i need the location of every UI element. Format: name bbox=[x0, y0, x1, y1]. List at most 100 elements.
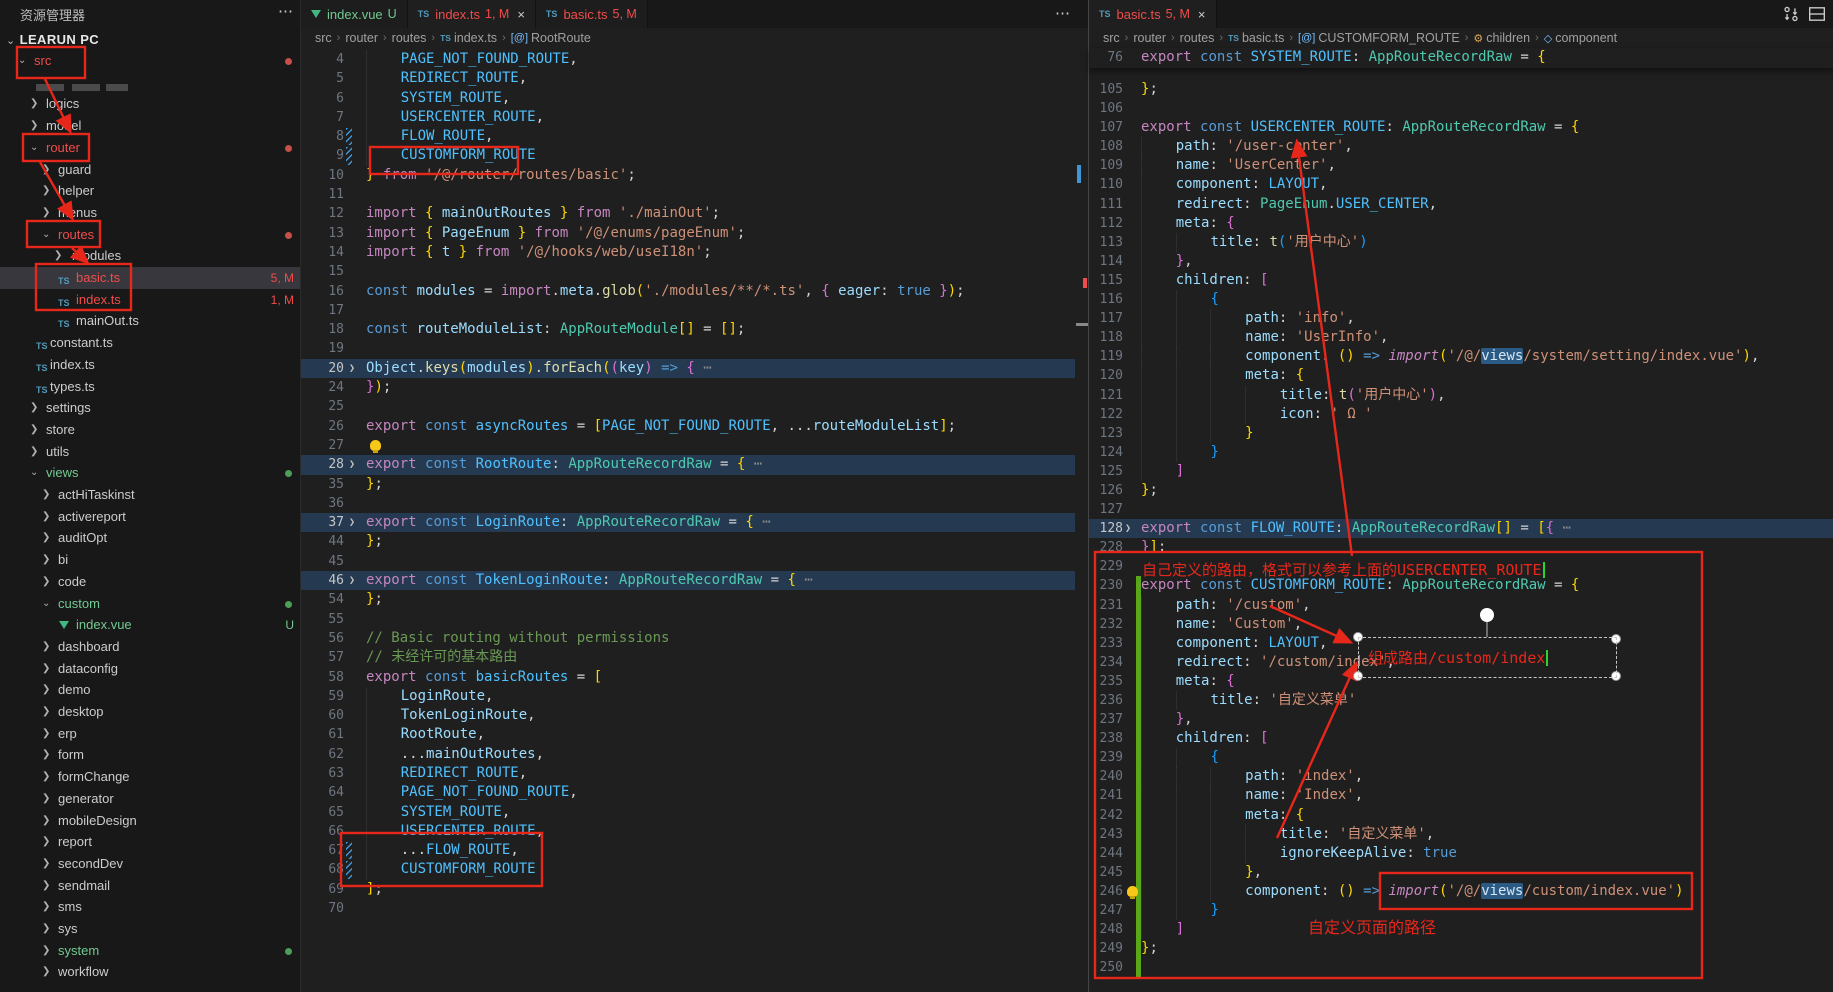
code-line-25[interactable]: 25 bbox=[301, 397, 1075, 416]
code-line-113[interactable]: 113 title: t('用户中心') bbox=[1089, 233, 1833, 252]
chevron-right-icon[interactable]: ❯ bbox=[42, 484, 50, 506]
code-line-238[interactable]: 238 children: [ bbox=[1089, 729, 1833, 748]
tree-item-index-ts[interactable]: TSindex.ts bbox=[0, 354, 300, 376]
code-line-62[interactable]: 62 ...mainOutRoutes, bbox=[301, 745, 1075, 764]
tree-item-basic-ts[interactable]: TSbasic.ts5, M bbox=[0, 267, 300, 289]
code-line-117[interactable]: 117 path: 'info', bbox=[1089, 309, 1833, 328]
code-line-123[interactable]: 123 } bbox=[1089, 424, 1833, 443]
code-line-237[interactable]: 237 }, bbox=[1089, 710, 1833, 729]
code-line-240[interactable]: 240 path: 'index', bbox=[1089, 767, 1833, 786]
tree-item-mobileDesign[interactable]: ❯mobileDesign bbox=[0, 810, 300, 832]
code-line-120[interactable]: 120 meta: { bbox=[1089, 366, 1833, 385]
code-line-243[interactable]: 243 title: '自定义菜单', bbox=[1089, 825, 1833, 844]
tree-item-generator[interactable]: ❯generator bbox=[0, 788, 300, 810]
breadcrumb-item-CUSTOMFORM_ROUTE[interactable]: ›[@]CUSTOMFORM_ROUTE bbox=[1284, 31, 1459, 45]
code-line-60[interactable]: 60 TokenLoginRoute, bbox=[301, 706, 1075, 725]
project-root-item[interactable]: ⌄LEARUN PC bbox=[6, 32, 99, 47]
code-line-45[interactable]: 45 bbox=[301, 552, 1075, 571]
tree-item-erp[interactable]: ❯erp bbox=[0, 723, 300, 745]
chevron-right-icon[interactable]: ❯ bbox=[42, 918, 50, 940]
code-line-12[interactable]: 12import { mainOutRoutes } from './mainO… bbox=[301, 204, 1075, 223]
code-line-127[interactable]: 127 bbox=[1089, 500, 1833, 519]
tree-item-formChange[interactable]: ❯formChange bbox=[0, 766, 300, 788]
code-line-118[interactable]: 118 name: 'UserInfo', bbox=[1089, 328, 1833, 347]
tab-basic-ts[interactable]: TSbasic.ts5, M× bbox=[1089, 0, 1217, 28]
tree-item-store[interactable]: ❯store bbox=[0, 419, 300, 441]
code-line-232[interactable]: 232 name: 'Custom', bbox=[1089, 615, 1833, 634]
tree-item-actHiTaskinst[interactable]: ❯actHiTaskinst bbox=[0, 484, 300, 506]
compare-changes-icon[interactable] bbox=[1782, 5, 1800, 23]
tree-item-constant-ts[interactable]: TSconstant.ts bbox=[0, 332, 300, 354]
code-line-249[interactable]: 249}; bbox=[1089, 939, 1833, 958]
editor-actions-more-icon[interactable]: ⋯ bbox=[1055, 4, 1071, 22]
tree-item-types-ts[interactable]: TStypes.ts bbox=[0, 376, 300, 398]
chevron-right-icon[interactable]: ❯ bbox=[42, 875, 50, 897]
code-line-239[interactable]: 239 { bbox=[1089, 748, 1833, 767]
chevron-right-icon[interactable]: ❯ bbox=[42, 766, 50, 788]
tree-item-sms[interactable]: ❯sms bbox=[0, 896, 300, 918]
tree-item-model[interactable]: ❯model bbox=[0, 115, 300, 137]
chevron-down-icon[interactable]: ⌄ bbox=[42, 593, 50, 615]
chevron-right-icon[interactable]: ❯ bbox=[42, 744, 50, 766]
tree-item-report[interactable]: ❯report bbox=[0, 831, 300, 853]
code-line-248[interactable]: 248 ] bbox=[1089, 920, 1833, 939]
code-line-119[interactable]: 119 component: () => import('/@/views/sy… bbox=[1089, 347, 1833, 366]
fold-chevron-icon[interactable]: ❯ bbox=[1125, 519, 1131, 538]
code-line-110[interactable]: 110 component: LAYOUT, bbox=[1089, 175, 1833, 194]
code-line-9[interactable]: 9 CUSTOMFORM_ROUTE bbox=[301, 146, 1075, 165]
breadcrumb-item-routes[interactable]: ›routes bbox=[378, 31, 426, 45]
code-line-241[interactable]: 241 name: 'Index', bbox=[1089, 786, 1833, 805]
chevron-right-icon[interactable]: ❯ bbox=[42, 679, 50, 701]
tree-item-system[interactable]: ❯system bbox=[0, 940, 300, 962]
tree-item-dataconfig[interactable]: ❯dataconfig bbox=[0, 658, 300, 680]
breadcrumb-item-router[interactable]: ›router bbox=[1120, 31, 1166, 45]
code-line-27[interactable]: 27 bbox=[301, 436, 1075, 455]
breadcrumb-item-router[interactable]: ›router bbox=[332, 31, 378, 45]
chevron-right-icon[interactable]: ❯ bbox=[42, 940, 50, 962]
explorer-more-actions-icon[interactable]: ⋯ bbox=[278, 2, 294, 20]
code-line-114[interactable]: 114 }, bbox=[1089, 252, 1833, 271]
code-line-10[interactable]: 10} from '/@/router/routes/basic'; bbox=[301, 166, 1075, 185]
tree-item-desktop[interactable]: ❯desktop bbox=[0, 701, 300, 723]
tree-item-index-vue[interactable]: index.vueU bbox=[0, 614, 300, 636]
chevron-right-icon[interactable]: ❯ bbox=[42, 636, 50, 658]
code-line-24[interactable]: 24}); bbox=[301, 378, 1075, 397]
code-line-115[interactable]: 115 children: [ bbox=[1089, 271, 1833, 290]
tree-item-sys[interactable]: ❯sys bbox=[0, 918, 300, 940]
code-line-231[interactable]: 231 path: '/custom', bbox=[1089, 596, 1833, 615]
tree-item-bi[interactable]: ❯bi bbox=[0, 549, 300, 571]
code-line-35[interactable]: 35}; bbox=[301, 475, 1075, 494]
code-line-26[interactable]: 26export const asyncRoutes = [PAGE_NOT_F… bbox=[301, 417, 1075, 436]
chevron-right-icon[interactable]: ❯ bbox=[30, 441, 38, 463]
tree-item-workflow[interactable]: ❯workflow bbox=[0, 961, 300, 983]
chevron-right-icon[interactable]: ❯ bbox=[42, 831, 50, 853]
tree-item-menus[interactable]: ❯menus bbox=[0, 202, 300, 224]
tree-item-auditOpt[interactable]: ❯auditOpt bbox=[0, 527, 300, 549]
tab-index-ts[interactable]: TSindex.ts1, M× bbox=[408, 0, 536, 28]
code-line-236[interactable]: 236 title: '自定义菜单' bbox=[1089, 691, 1833, 710]
chevron-right-icon[interactable]: ❯ bbox=[42, 788, 50, 810]
tab-index-vue[interactable]: index.vueU bbox=[301, 0, 408, 28]
breadcrumb-item-children[interactable]: ›⚙children bbox=[1460, 31, 1530, 45]
code-line-36[interactable]: 36 bbox=[301, 494, 1075, 513]
chevron-right-icon[interactable]: ❯ bbox=[30, 419, 38, 441]
tree-item-activereport[interactable]: ❯activereport bbox=[0, 506, 300, 528]
code-line-230[interactable]: 230export const CUSTOMFORM_ROUTE: AppRou… bbox=[1089, 576, 1833, 595]
code-line-8[interactable]: 8 FLOW_ROUTE, bbox=[301, 127, 1075, 146]
fold-chevron-icon[interactable]: ❯ bbox=[349, 513, 355, 532]
code-line-250[interactable]: 250 bbox=[1089, 958, 1833, 977]
tree-item-settings[interactable]: ❯settings bbox=[0, 397, 300, 419]
chevron-down-icon[interactable]: ⌄ bbox=[42, 224, 50, 246]
code-line-44[interactable]: 44}; bbox=[301, 532, 1075, 551]
code-line-56[interactable]: 56// Basic routing without permissions bbox=[301, 629, 1075, 648]
code-line-28[interactable]: 28❯export const RootRoute: AppRouteRecor… bbox=[301, 455, 1075, 474]
code-area-index-ts[interactable]: 4 PAGE_NOT_FOUND_ROUTE,5 REDIRECT_ROUTE,… bbox=[301, 50, 1075, 918]
tree-item-guard[interactable]: ❯guard bbox=[0, 159, 300, 181]
code-line-122[interactable]: 122 icon: ' Ω ' bbox=[1089, 405, 1833, 424]
split-editor-icon[interactable] bbox=[1808, 5, 1826, 23]
code-line-61[interactable]: 61 RootRoute, bbox=[301, 725, 1075, 744]
breadcrumb-item-src[interactable]: src bbox=[315, 31, 332, 45]
code-line-124[interactable]: 124 } bbox=[1089, 443, 1833, 462]
tree-item-modules[interactable]: ❯modules bbox=[0, 245, 300, 267]
code-line-66[interactable]: 66 USERCENTER_ROUTE, bbox=[301, 822, 1075, 841]
